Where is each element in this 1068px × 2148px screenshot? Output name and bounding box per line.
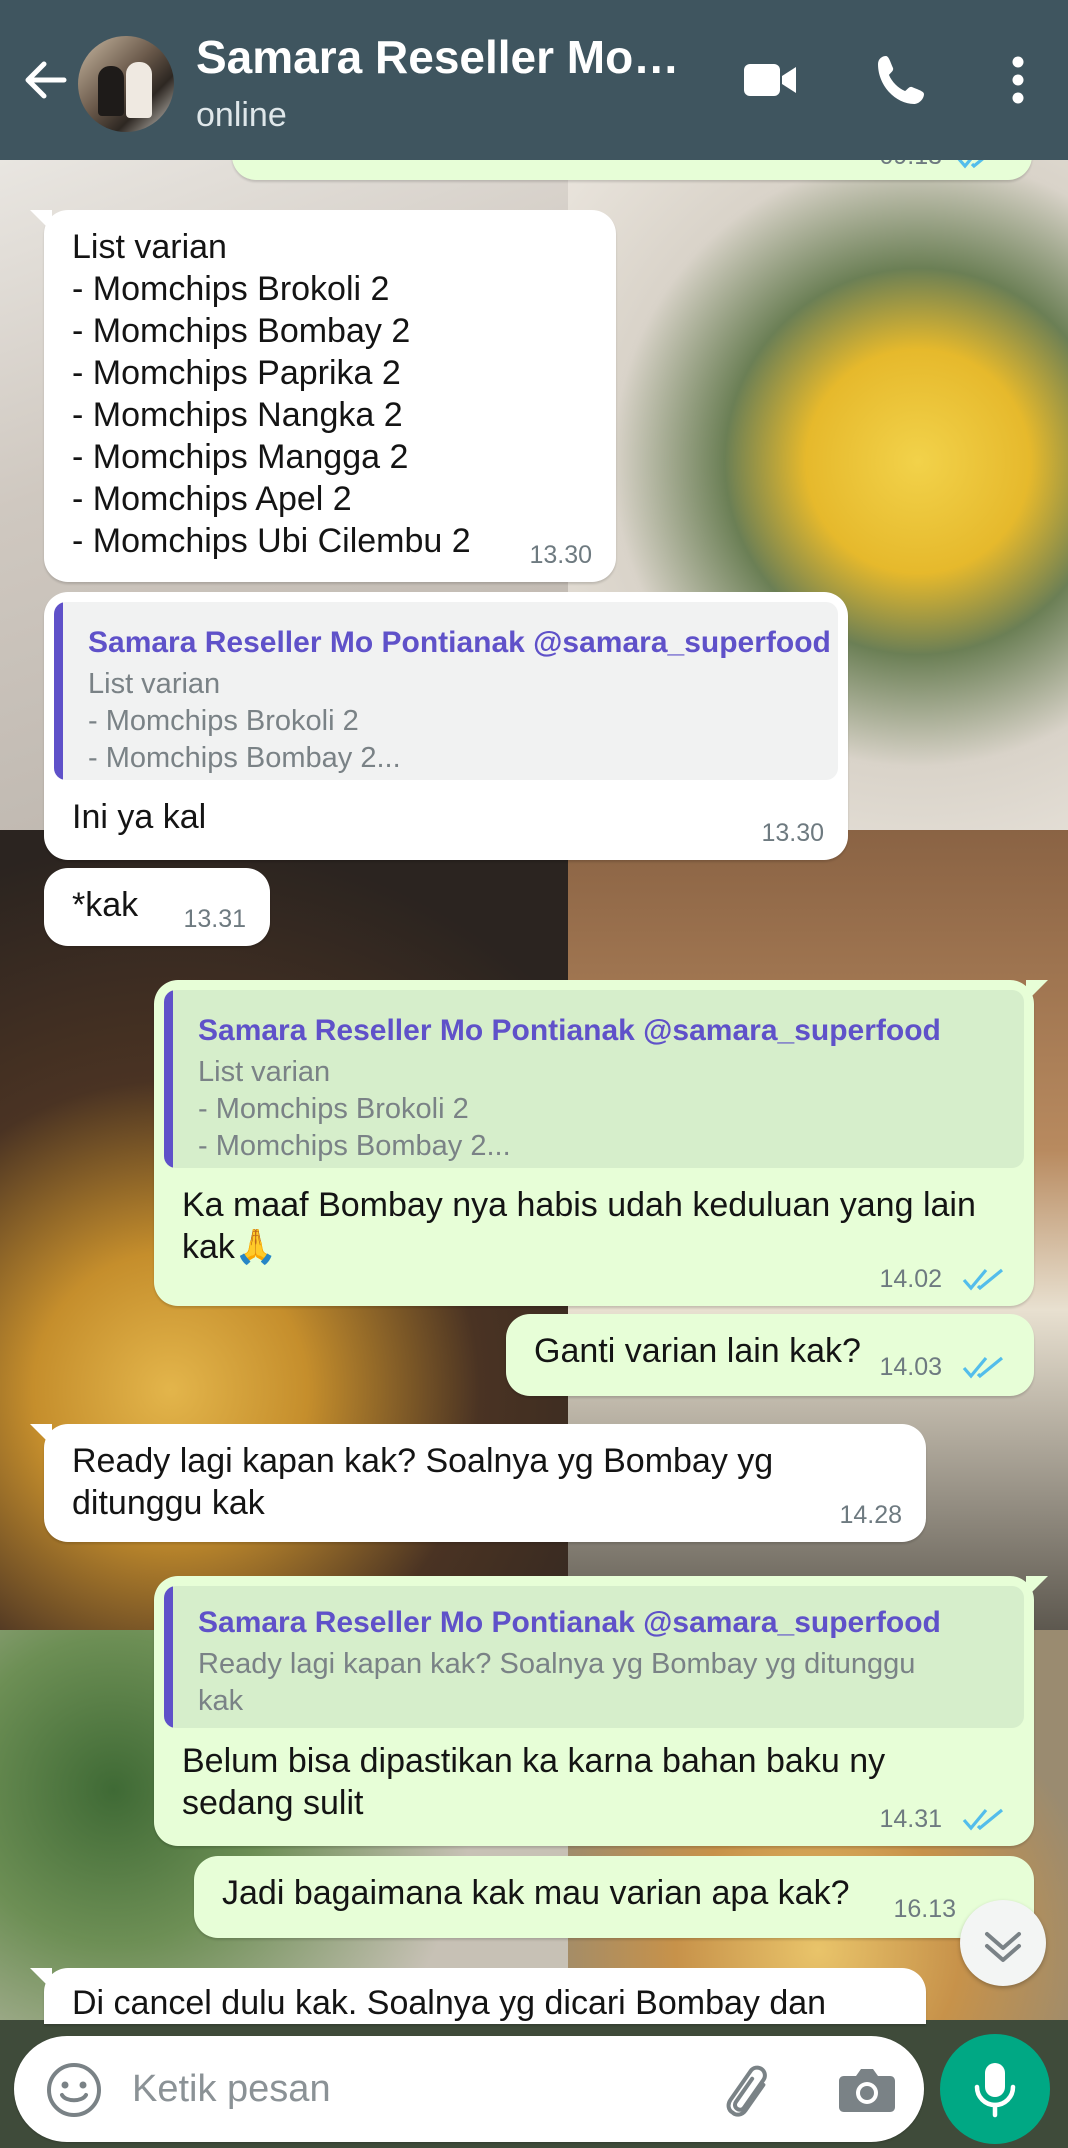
message-input-bar[interactable]: Ketik pesan [14,2036,924,2142]
scroll-to-bottom-button[interactable] [960,1900,1046,1986]
quoted-message[interactable]: Samara Reseller Mo Pontianak @samara_sup… [164,990,1024,1168]
message-outgoing[interactable]: Jadi bagaimana kak mau varian apa kak? 1… [194,1856,1034,1938]
video-call-icon[interactable] [740,50,800,110]
quoted-sender: Samara Reseller Mo Pontianak @samara_sup… [88,626,831,659]
camera-icon[interactable] [836,2060,898,2120]
message-time: 16.13 [893,1895,956,1923]
voice-record-button[interactable] [940,2034,1050,2144]
quoted-text: List varian - Momchips Brokoli 2 - Momch… [198,1056,511,1162]
double-check-icon [962,1268,1004,1291]
message-time: 14.02 [879,1265,942,1293]
message-outgoing-reply[interactable]: Samara Reseller Mo Pontianak @samara_sup… [154,980,1048,1306]
message-incoming-partial[interactable]: Di cancel dulu kak. Soalnya yg dicari Bo… [30,1968,926,2024]
message-text: Belum bisa dipastikan ka karna bahan bak… [182,1742,886,1822]
message-text: Jadi bagaimana kak mau varian apa kak? [222,1874,850,1912]
message-incoming[interactable]: *kak 13.31 [44,868,270,946]
message-time: 13.30 [529,541,592,569]
contact-status: online [196,96,287,134]
message-text: Ready lagi kapan kak? Soalnya yg Bombay … [72,1442,774,1522]
message-outgoing-reply[interactable]: Samara Reseller Mo Pontianak @samara_sup… [154,1576,1048,1846]
back-arrow-icon[interactable] [18,52,74,108]
message-text: Di cancel dulu kak. Soalnya yg dicari Bo… [72,1984,827,2022]
message-outgoing[interactable]: Ganti varian lain kak? 14.03 [506,1314,1034,1396]
message-text: Ka maaf Bombay nya habis udah keduluan y… [182,1186,976,1266]
message-text: Ganti varian lain kak? [534,1332,861,1370]
mic-icon [974,2063,1016,2118]
message-time: 13.31 [183,905,246,933]
quoted-text: List varian - Momchips Brokoli 2 - Momch… [88,668,401,774]
chevron-down-icon [985,1932,1021,1962]
message-time: 14.31 [879,1805,942,1833]
message-time: 14.03 [879,1353,942,1381]
message-input[interactable]: Ketik pesan [132,2068,331,2111]
message-text: *kak [72,886,139,924]
message-text: Ini ya kal [72,798,207,836]
chat-header: Samara Reseller Mo… online [0,0,1068,160]
message-text: List varian - Momchips Brokoli 2 - Momch… [72,228,471,560]
quoted-text: Ready lagi kapan kak? Soalnya yg Bombay … [198,1648,916,1717]
message-time: 14.28 [839,1501,902,1529]
more-options-icon[interactable] [990,50,1046,110]
emoji-icon[interactable] [44,2060,104,2120]
double-check-icon [962,1808,1004,1831]
message-incoming-reply[interactable]: Samara Reseller Mo Pontianak @samara_sup… [44,592,848,860]
quoted-sender: Samara Reseller Mo Pontianak @samara_sup… [198,1606,941,1639]
quoted-sender: Samara Reseller Mo Pontianak @samara_sup… [198,1014,941,1047]
contact-avatar[interactable] [78,36,174,132]
message-time: 13.30 [761,819,824,847]
message-incoming[interactable]: Ready lagi kapan kak? Soalnya yg Bombay … [30,1424,926,1542]
double-check-icon [962,1356,1004,1379]
message-incoming[interactable]: List varian - Momchips Brokoli 2 - Momch… [30,210,616,582]
contact-name[interactable]: Samara Reseller Mo… [196,30,679,84]
voice-call-icon[interactable] [872,50,932,110]
quoted-message[interactable]: Samara Reseller Mo Pontianak @samara_sup… [164,1586,1024,1728]
attach-icon[interactable] [714,2058,778,2122]
quoted-message[interactable]: Samara Reseller Mo Pontianak @samara_sup… [54,602,838,780]
